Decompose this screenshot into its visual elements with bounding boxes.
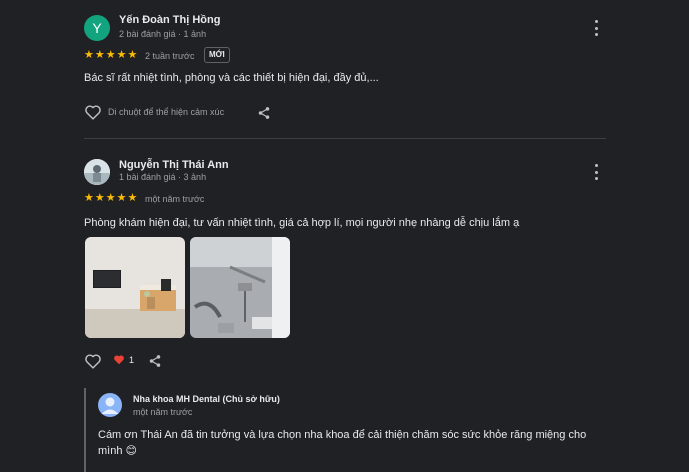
- reviewer-name[interactable]: Nguyễn Thị Thái Ann: [119, 159, 229, 171]
- owner-reply-date: một năm trước: [133, 407, 193, 417]
- owner-reply-bar: [84, 388, 86, 472]
- clinic-reception-photo: [85, 237, 185, 338]
- owner-name: Nha khoa MH Dental (Chủ sở hữu): [133, 394, 280, 404]
- share-button[interactable]: [257, 106, 271, 120]
- reviewer-name[interactable]: Yến Đoàn Thị Hồng: [119, 14, 220, 26]
- heart-filled-icon: [114, 355, 124, 365]
- like-button[interactable]: [84, 104, 102, 120]
- star-icon: ★: [127, 192, 138, 204]
- star-icon: ★: [105, 49, 116, 61]
- review-text: Bác sĩ rất nhiệt tình, phòng và các thiế…: [84, 72, 379, 84]
- star-icon: ★: [94, 192, 105, 204]
- star-icon: ★: [116, 192, 127, 204]
- new-badge: MỚI: [204, 47, 230, 63]
- avatar-letter: Y: [92, 20, 102, 36]
- rating-stars: ★ ★ ★ ★ ★: [84, 193, 137, 204]
- person-icon: [101, 397, 119, 414]
- more-options-button[interactable]: [590, 164, 602, 180]
- star-icon: ★: [116, 49, 127, 61]
- reviewer-meta[interactable]: 1 bài đánh giá · 3 ảnh: [119, 172, 206, 182]
- rating-stars: ★ ★ ★ ★ ★: [84, 50, 137, 61]
- heart-outline-icon: [85, 105, 101, 120]
- owner-avatar[interactable]: [98, 393, 122, 417]
- like-button[interactable]: [84, 353, 102, 369]
- reaction-count: 1: [129, 354, 135, 365]
- reviewer-avatar[interactable]: Y: [84, 15, 110, 41]
- reviewer-meta[interactable]: 2 bài đánh giá · 1 ảnh: [119, 29, 206, 39]
- star-icon: ★: [127, 49, 138, 61]
- review-text: Phòng khám hiện đại, tư vấn nhiệt tình, …: [84, 217, 520, 229]
- star-icon: ★: [105, 192, 116, 204]
- clinic-equipment-photo: [190, 237, 290, 338]
- share-icon: [149, 355, 161, 367]
- heart-outline-icon: [85, 354, 101, 369]
- star-icon: ★: [94, 49, 105, 61]
- more-options-button[interactable]: [590, 20, 602, 36]
- reaction-chip[interactable]: 1: [113, 354, 134, 365]
- review-date: một năm trước: [145, 194, 205, 204]
- owner-reply-text: Cám ơn Thái An đã tin tưởng và lựa chọn …: [98, 427, 598, 459]
- star-icon: ★: [84, 49, 94, 61]
- reviewer-avatar[interactable]: [84, 159, 110, 185]
- review-photo[interactable]: [85, 237, 185, 338]
- avatar-photo: [84, 159, 110, 185]
- review-divider: [84, 138, 606, 139]
- share-button[interactable]: [148, 354, 162, 368]
- owner-reply-line: Cám ơn Thái An đã tin tưởng và lựa chọn …: [98, 429, 587, 441]
- review-photo[interactable]: [190, 237, 290, 338]
- owner-reply-line: mình 😊: [98, 445, 137, 457]
- reaction-hint: Di chuột để thể hiện cảm xúc: [108, 107, 225, 117]
- star-icon: ★: [84, 192, 94, 204]
- share-icon: [258, 107, 270, 119]
- review-date: 2 tuần trước: [145, 51, 195, 61]
